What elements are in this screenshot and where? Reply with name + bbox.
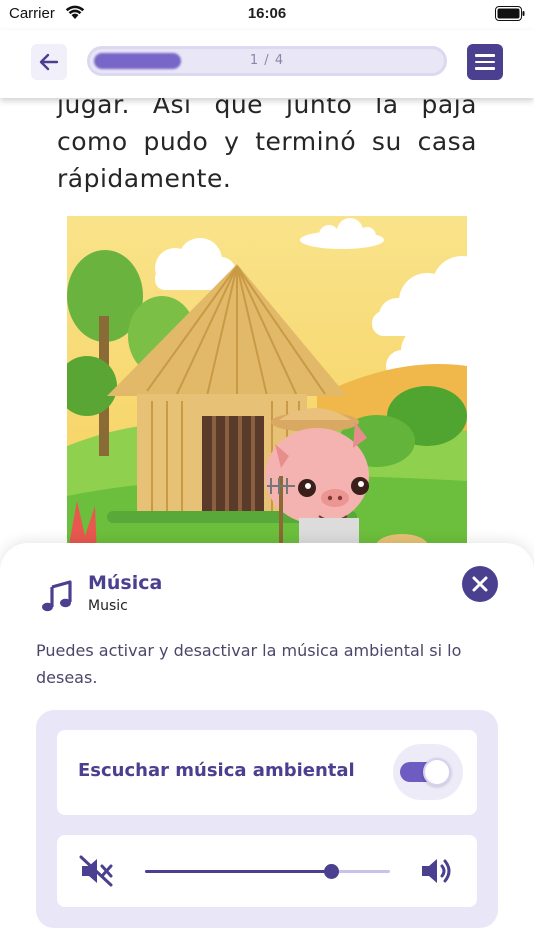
sheet-description: Puedes activar y desactivar la música am… [36,641,462,687]
sheet-title: Música [88,572,163,594]
story-line: como pudo y terminó su casa [57,127,477,156]
volume-slider-fill [145,870,331,873]
status-bar: Carrier 16:06 [0,0,534,30]
volume-mute-icon[interactable] [79,855,115,887]
status-time: 16:06 [247,5,287,22]
page-progress-text: 1 / 4 [249,53,285,68]
story-line: rápidamente. [57,164,232,193]
music-settings-panel: Escuchar música ambiental [36,710,498,928]
battery-icon [495,6,525,21]
menu-button[interactable] [467,44,503,80]
back-button[interactable] [31,44,67,80]
volume-slider[interactable] [145,864,390,879]
music-settings-sheet: Música Music Puedes activar y desactivar… [0,543,534,950]
sheet-subtitle: Music [88,598,128,614]
close-button[interactable] [462,566,498,602]
volume-slider-thumb[interactable] [324,864,339,879]
volume-up-icon[interactable] [419,855,455,887]
volume-row [57,835,477,907]
arrow-left-icon [39,53,59,71]
story-illustration [67,216,467,556]
page-progress-bar: 1 / 4 [87,46,447,76]
story-text: jugar. Así que juntó la paja como pudo y… [57,86,477,197]
reader-toolbar: 1 / 4 [0,30,534,98]
ambient-music-label: Escuchar música ambiental [78,760,355,781]
ambient-music-toggle-knob[interactable] [423,758,451,786]
hamburger-menu-icon [475,54,495,57]
ambient-music-row: Escuchar música ambiental [57,730,477,815]
music-note-icon [42,580,72,612]
close-icon [472,576,488,592]
